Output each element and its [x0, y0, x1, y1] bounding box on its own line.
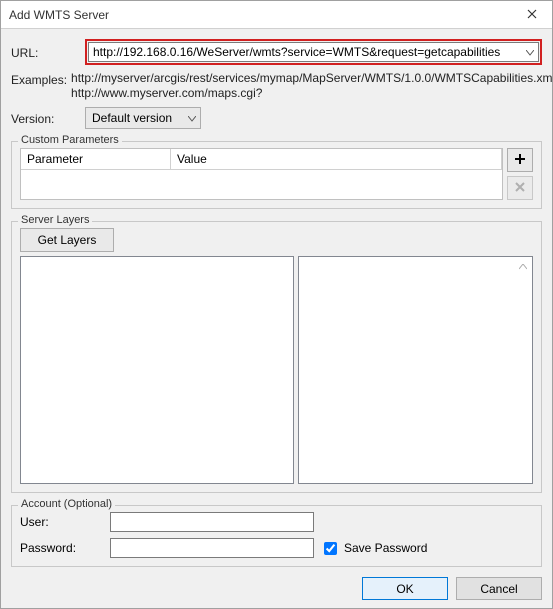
url-label: URL:: [11, 44, 81, 60]
examples-row: Examples: http://myserver/arcgis/rest/se…: [11, 71, 542, 101]
get-layers-button[interactable]: Get Layers: [20, 228, 114, 252]
user-label: User:: [20, 515, 110, 529]
layer-details-panel[interactable]: [298, 256, 533, 484]
column-parameter[interactable]: Parameter: [21, 149, 171, 170]
account-group: Account (Optional) User: Password: Save …: [11, 505, 542, 567]
scroll-up-button[interactable]: [516, 259, 530, 273]
password-input[interactable]: [110, 538, 314, 558]
window-title: Add WMTS Server: [9, 8, 109, 22]
titlebar: Add WMTS Server: [1, 1, 552, 29]
version-selected: Default version: [92, 111, 172, 125]
layer-panels: [20, 256, 533, 484]
server-layers-group: Server Layers Get Layers: [11, 221, 542, 493]
custom-parameters-legend: Custom Parameters: [18, 134, 122, 146]
dialog-content: URL: Examples: http://myserver/arcgis/re…: [1, 29, 552, 573]
plus-icon: [514, 153, 526, 168]
url-combobox[interactable]: [88, 42, 539, 62]
params-table[interactable]: Parameter Value: [20, 148, 503, 200]
url-input[interactable]: [89, 45, 522, 59]
server-layers-legend: Server Layers: [18, 214, 92, 226]
example-line-1: http://myserver/arcgis/rest/services/mym…: [71, 71, 553, 86]
url-row: URL:: [11, 39, 542, 65]
dialog-buttons: OK Cancel: [1, 573, 552, 608]
examples-label: Examples:: [11, 71, 67, 87]
remove-parameter-button: [507, 176, 533, 200]
url-highlight: [85, 39, 542, 65]
examples-text: http://myserver/arcgis/rest/services/mym…: [71, 71, 553, 101]
chevron-down-icon: [526, 45, 534, 59]
user-row: User:: [20, 512, 533, 532]
add-parameter-button[interactable]: [507, 148, 533, 172]
dialog-window: Add WMTS Server URL: Exam: [0, 0, 553, 609]
layers-list-panel[interactable]: [20, 256, 294, 484]
x-icon: [515, 181, 525, 195]
chevron-down-icon: [188, 111, 196, 125]
save-password-label: Save Password: [344, 541, 427, 555]
version-row: Version: Default version: [11, 107, 542, 129]
account-legend: Account (Optional): [18, 498, 115, 510]
param-buttons: [507, 148, 533, 200]
custom-parameters-group: Custom Parameters Parameter Value: [11, 141, 542, 209]
params-area: Parameter Value: [20, 148, 533, 200]
params-header: Parameter Value: [21, 149, 502, 170]
password-label: Password:: [20, 541, 110, 555]
cancel-button[interactable]: Cancel: [456, 577, 542, 600]
column-value[interactable]: Value: [171, 149, 502, 170]
version-select[interactable]: Default version: [85, 107, 201, 129]
chevron-up-icon: [519, 259, 527, 273]
password-row: Password: Save Password: [20, 538, 533, 558]
save-password-checkbox[interactable]: [324, 542, 337, 555]
example-line-2: http://www.myserver.com/maps.cgi?: [71, 86, 553, 101]
close-button[interactable]: [512, 1, 552, 29]
ok-button[interactable]: OK: [362, 577, 448, 600]
close-icon: [527, 8, 537, 22]
user-input[interactable]: [110, 512, 314, 532]
save-password-wrap[interactable]: Save Password: [320, 539, 427, 558]
version-label: Version:: [11, 110, 81, 126]
url-dropdown-button[interactable]: [522, 45, 538, 59]
